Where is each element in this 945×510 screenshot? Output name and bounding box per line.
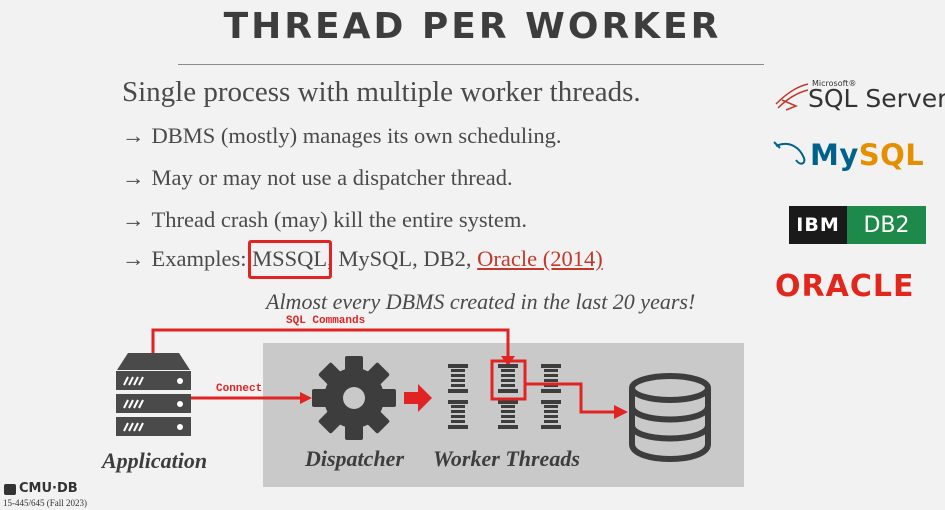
thread-spool-icon xyxy=(498,364,518,393)
worker-threads-label: Worker Threads xyxy=(433,446,580,471)
architecture-diagram xyxy=(4,83,809,495)
thread-spool-icon xyxy=(498,400,518,429)
footer-org: CMU·DB xyxy=(19,481,78,496)
dispatch-arrow-icon xyxy=(404,384,432,412)
cmu-db-icon xyxy=(4,484,16,495)
thread-spool-icon xyxy=(448,400,468,429)
database-icon xyxy=(629,373,711,462)
worker-threads-group xyxy=(448,364,561,429)
connect-label: Connect xyxy=(216,383,263,395)
sql-server-icon xyxy=(775,83,809,111)
footer-course: 15-445/645 (Fall 2023) xyxy=(3,498,87,508)
arrowhead-icon xyxy=(300,392,312,404)
server-icon xyxy=(116,353,191,436)
thread-spool-icon xyxy=(541,400,561,429)
thread-to-db-arrow xyxy=(525,382,616,414)
sql-commands-arrow xyxy=(151,328,510,358)
application-label: Application xyxy=(102,448,208,473)
dolphin-icon xyxy=(773,141,806,165)
thread-spool-icon xyxy=(541,364,561,393)
arrowhead-icon xyxy=(614,405,628,419)
dispatcher-label: Dispatcher xyxy=(305,446,404,471)
sql-commands-label: SQL Commands xyxy=(286,315,366,327)
thread-spool-icon xyxy=(448,364,468,393)
gear-icon xyxy=(312,356,396,440)
